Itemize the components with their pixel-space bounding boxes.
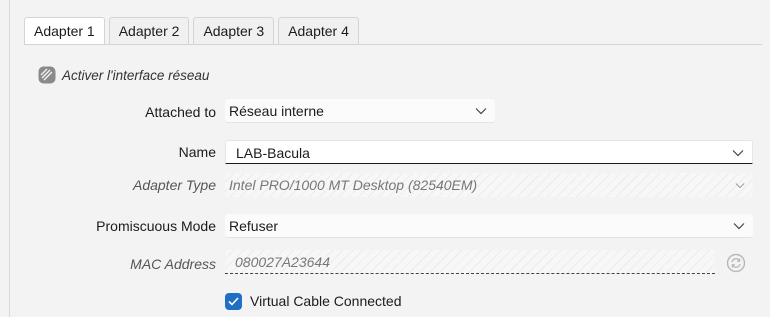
tab-adapter-4[interactable]: Adapter 4	[278, 17, 359, 44]
chevron-down-icon	[733, 214, 745, 238]
attached-to-select[interactable]: Réseau interne	[225, 99, 495, 123]
promiscuous-mode-label: Promiscuous Mode	[96, 218, 216, 234]
tab-adapter-3[interactable]: Adapter 3	[193, 17, 275, 44]
adapter-type-value: Intel PRO/1000 MT Desktop (82540EM)	[229, 177, 478, 193]
disabled-checkbox-icon	[38, 66, 56, 84]
enable-adapter-label: Activer l'interface réseau	[62, 67, 210, 83]
tab-adapter-2[interactable]: Adapter 2	[108, 17, 190, 44]
left-border	[9, 0, 10, 317]
adapter-tabs: Adapter 1 Adapter 2 Adapter 3 Adapter 4	[24, 17, 363, 45]
adapter-type-label: Adapter Type	[132, 177, 216, 193]
attached-to-label: Attached to	[145, 104, 216, 120]
chevron-down-icon	[735, 173, 745, 197]
name-label: Name	[178, 144, 216, 160]
mac-address-label: MAC Address	[130, 256, 216, 272]
refresh-mac-icon	[726, 253, 746, 273]
tab-adapter-1[interactable]: Adapter 1	[24, 17, 105, 45]
cable-connected-checkbox[interactable]: Virtual Cable Connected	[225, 291, 402, 311]
promiscuous-mode-select[interactable]: Refuser	[225, 214, 753, 238]
mac-address-input: 080027A23644	[225, 250, 715, 274]
enable-adapter-checkbox[interactable]: Activer l'interface réseau	[38, 65, 209, 85]
adapter-type-select: Intel PRO/1000 MT Desktop (82540EM)	[225, 173, 753, 197]
attached-to-value: Réseau interne	[229, 103, 324, 119]
tab-underline	[24, 44, 762, 45]
name-select[interactable]: LAB-Bacula	[225, 140, 753, 164]
chevron-down-icon	[475, 99, 487, 123]
chevron-down-icon	[732, 141, 744, 165]
promiscuous-mode-value: Refuser	[229, 218, 279, 234]
checkbox-checked-icon	[225, 292, 242, 310]
name-value: LAB-Bacula	[236, 145, 310, 161]
cable-connected-label: Virtual Cable Connected	[250, 293, 402, 309]
